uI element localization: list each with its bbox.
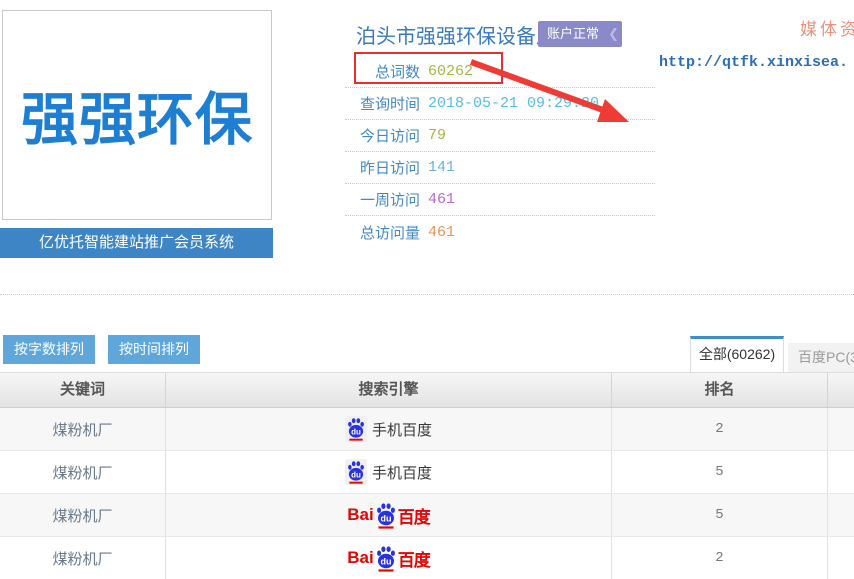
rank-cell: 5 — [715, 507, 723, 523]
stat-value: 60262 — [428, 63, 473, 80]
stat-value: 2018-05-21 09:29:20 — [428, 95, 599, 112]
sort-by-time-button[interactable]: 按时间排列 — [108, 335, 200, 364]
engine-cell: Bai 百度 — [347, 502, 429, 529]
site-url-link[interactable]: http://qtfk.xinxisea. — [659, 54, 848, 71]
baidu-logo-bai: Bai — [347, 505, 373, 525]
table-row: 煤粉机厂 Bai 百度 2 — [0, 537, 854, 579]
app-window: 强强环保 亿优托智能建站推广会员系统 泊头市强强环保设备厂 账户正常 ❮ 总词数… — [0, 0, 854, 579]
rank-cell: 2 — [715, 550, 723, 566]
keyword-rank-table: 关键词 搜索引擎 排名 煤粉机厂 手机百度 2 煤粉机厂 — [0, 372, 854, 579]
stat-value: 79 — [428, 127, 446, 144]
baidu-logo-bai: Bai — [347, 548, 373, 568]
engine-cell: 手机百度 — [345, 416, 432, 442]
keyword-cell: 煤粉机厂 — [52, 419, 112, 440]
baidu-logo-cn: 百度 — [398, 546, 430, 571]
stat-row-today-visits: 今日访问 79 — [345, 120, 655, 152]
keyword-cell: 煤粉机厂 — [52, 462, 112, 483]
system-banner: 亿优托智能建站推广会员系统 — [0, 228, 273, 258]
stat-label: 昨日访问 — [345, 157, 420, 178]
stat-label: 今日访问 — [345, 125, 420, 146]
sort-by-wordcount-button[interactable]: 按字数排列 — [3, 335, 95, 364]
engine-label: 手机百度 — [372, 462, 432, 483]
column-header-engine: 搜索引擎 — [166, 373, 612, 407]
stat-value: 461 — [428, 191, 455, 208]
rank-cell: 2 — [715, 421, 723, 437]
stat-label: 总词数 — [345, 61, 420, 82]
table-header-row: 关键词 搜索引擎 排名 — [0, 372, 854, 408]
baidu-pc-paw-icon — [375, 545, 397, 572]
mobile-baidu-icon — [345, 459, 367, 485]
table-row: 煤粉机厂 Bai 百度 5 — [0, 494, 854, 537]
keyword-cell: 煤粉机厂 — [52, 548, 112, 569]
stat-label: 一周访问 — [345, 189, 420, 210]
media-section-heading: 媒体资 — [800, 15, 854, 40]
baidu-logo-cn: 百度 — [398, 503, 430, 528]
company-logo-box: 强强环保 — [2, 10, 272, 220]
stat-label: 查询时间 — [345, 93, 420, 114]
stat-row-yesterday-visits: 昨日访问 141 — [345, 152, 655, 184]
engine-label: 手机百度 — [372, 419, 432, 440]
rank-cell: 5 — [715, 464, 723, 480]
stat-label: 总访问量 — [345, 222, 420, 243]
tab-baidu-pc[interactable]: 百度PC(30 — [788, 343, 854, 372]
tab-all[interactable]: 全部(60262) — [690, 336, 784, 372]
keyword-cell: 煤粉机厂 — [52, 505, 112, 526]
ribbon-notch-icon: ❮ — [608, 21, 619, 47]
stat-row-total-words: 总词数 60262 — [345, 56, 655, 88]
column-header-rank: 排名 — [612, 373, 828, 407]
company-logo-text: 强强环保 — [21, 74, 253, 156]
stat-value: 461 — [428, 224, 455, 241]
stat-value: 141 — [428, 159, 455, 176]
engine-cell: 手机百度 — [345, 459, 432, 485]
table-row: 煤粉机厂 手机百度 5 — [0, 451, 854, 494]
baidu-pc-paw-icon — [375, 502, 397, 529]
engine-cell: Bai 百度 — [347, 545, 429, 572]
stat-row-query-time: 查询时间 2018-05-21 09:29:20 — [345, 88, 655, 120]
account-status-label: 账户正常 — [547, 26, 599, 41]
mobile-baidu-icon — [345, 416, 367, 442]
stat-row-total-visits: 总访问量 461 — [345, 216, 655, 248]
table-row: 煤粉机厂 手机百度 2 — [0, 408, 854, 451]
stat-row-week-visits: 一周访问 461 — [345, 184, 655, 216]
page-title: 泊头市强强环保设备厂 — [356, 20, 556, 49]
column-header-extra — [828, 373, 854, 407]
account-status-badge: 账户正常 ❮ — [538, 21, 622, 47]
column-header-keyword: 关键词 — [0, 373, 166, 407]
account-stats-list: 总词数 60262 查询时间 2018-05-21 09:29:20 今日访问 … — [345, 56, 655, 248]
section-divider — [0, 294, 854, 295]
